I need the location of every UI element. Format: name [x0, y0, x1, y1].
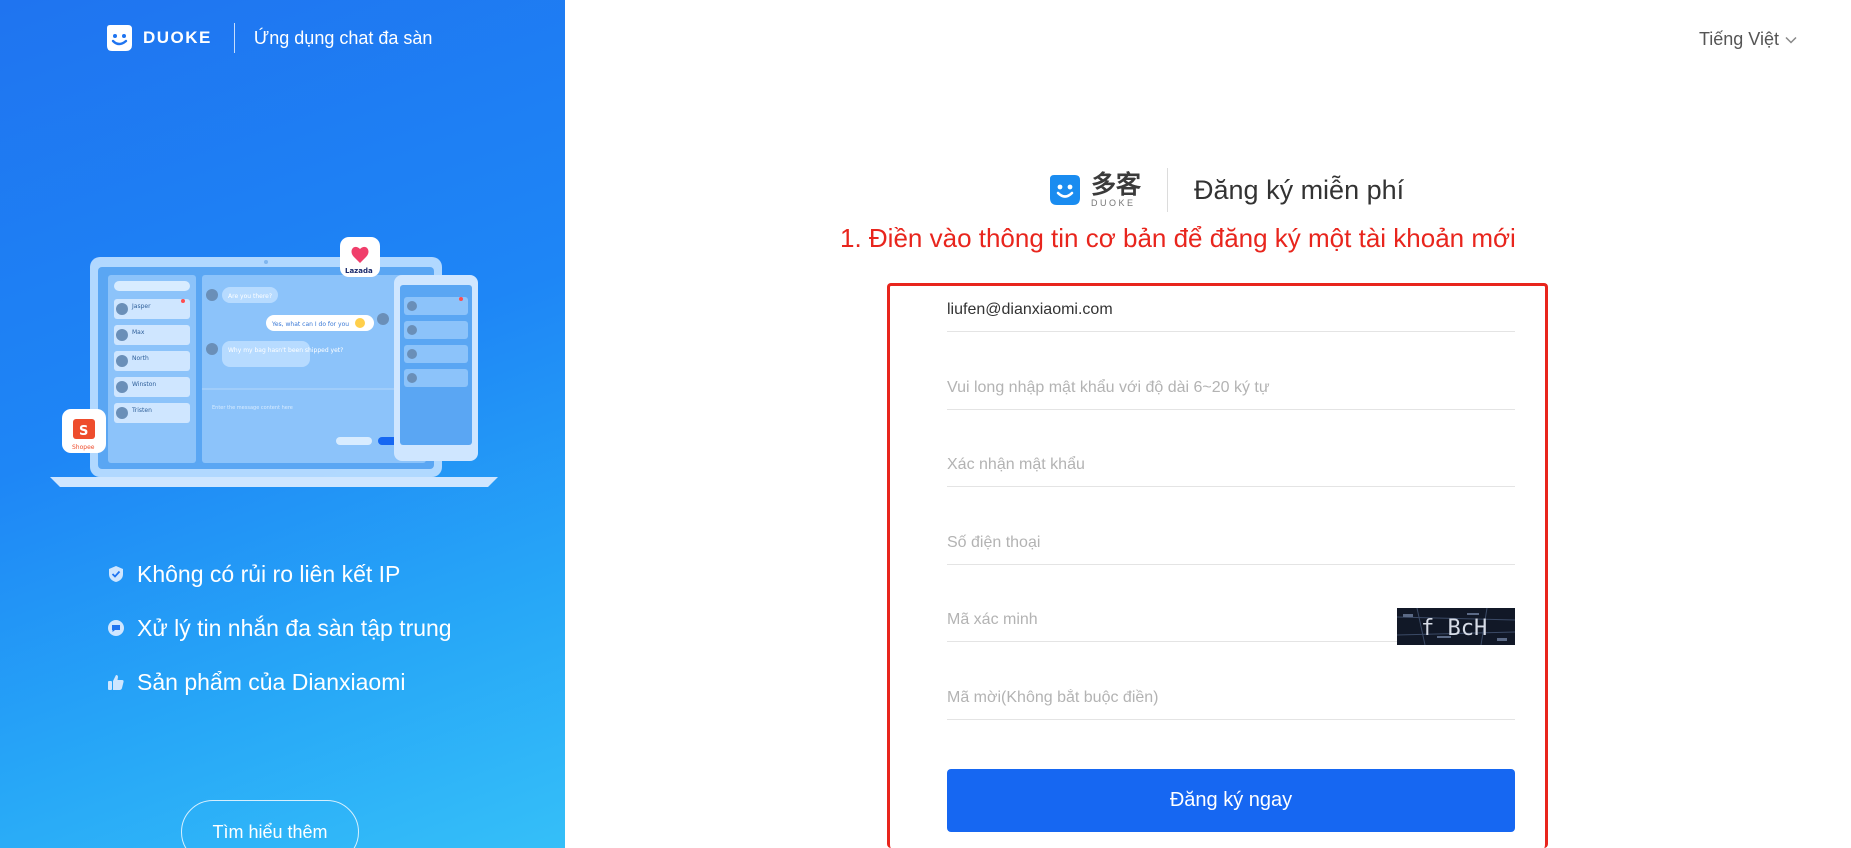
- chevron-down-icon: [1785, 36, 1797, 44]
- email-field-wrap: [947, 292, 1515, 332]
- duoke-logo-icon: [1050, 175, 1080, 205]
- captcha-image[interactable]: f BcH: [1397, 608, 1515, 645]
- feature-list: Không có rủi ro liên kết IP Xử lý tin nh…: [107, 558, 452, 720]
- chat-list-name: Jasper: [131, 303, 151, 310]
- feature-label: Xử lý tin nhắn đa sàn tập trung: [137, 614, 452, 641]
- instruction-annotation: 1. Điền vào thông tin cơ bản để đăng ký …: [840, 223, 1516, 253]
- brand-header: DUOKE Ứng dụng chat đa sàn: [103, 20, 432, 56]
- chat-input-placeholder: Enter the message content here: [212, 405, 293, 411]
- feature-label: Không có rủi ro liên kết IP: [137, 560, 401, 587]
- password-field-wrap: [947, 370, 1515, 410]
- chat-list-name: Tristen: [131, 407, 152, 414]
- learn-more-button[interactable]: Tìm hiểu thêm: [181, 800, 359, 848]
- chat-message: Why my bag hasn't been shipped yet?: [228, 347, 343, 354]
- feature-label: Sản phẩm của Dianxiaomi: [137, 668, 406, 695]
- logo-chinese-text: 多客: [1091, 170, 1142, 199]
- page-title: Đăng ký miễn phí: [1194, 174, 1405, 205]
- svg-text:S: S: [79, 424, 88, 439]
- product-illustration: Jasper Max North Winston Tristen Are you…: [50, 237, 498, 487]
- chat-message: Yes, what can I do for you: [271, 321, 349, 328]
- feature-item: Xử lý tin nhắn đa sàn tập trung: [107, 612, 452, 644]
- brand-tagline: Ứng dụng chat đa sàn: [253, 27, 433, 48]
- header-divider: [1167, 168, 1169, 212]
- form-logo: 多客 DUOKE: [1047, 172, 1141, 208]
- brand-name: DUOKE: [143, 28, 212, 47]
- confirm-password-field-wrap: [947, 447, 1515, 487]
- language-selector[interactable]: Tiếng Việt: [1699, 29, 1797, 50]
- captcha-text: f BcH: [1421, 616, 1487, 641]
- password-field[interactable]: [947, 370, 1515, 406]
- logo-english-text: DUOKE: [1091, 198, 1136, 208]
- language-label: Tiếng Việt: [1698, 29, 1779, 49]
- shopee-label: Shopee: [72, 444, 95, 451]
- phone-field[interactable]: [947, 525, 1515, 561]
- chat-list-name: North: [132, 355, 149, 362]
- invite-code-field[interactable]: [947, 680, 1515, 716]
- promo-panel: DUOKE Ứng dụng chat đa sàn Jasper Max No…: [0, 0, 565, 848]
- phone-field-wrap: [947, 525, 1515, 565]
- chat-bubble-icon: [108, 620, 124, 636]
- captcha-field[interactable]: [947, 602, 1387, 638]
- invite-code-field-wrap: [947, 680, 1515, 720]
- feature-item: Không có rủi ro liên kết IP: [107, 558, 452, 590]
- chat-message: Are you there?: [228, 293, 272, 300]
- feature-item: Sản phẩm của Dianxiaomi: [107, 666, 452, 698]
- shield-icon: [109, 566, 123, 582]
- confirm-password-field[interactable]: [947, 447, 1515, 483]
- form-header: 多客 DUOKE Đăng ký miễn phí: [1047, 168, 1404, 212]
- brand-divider: [233, 23, 235, 53]
- email-field[interactable]: [947, 292, 1515, 328]
- thumbs-up-icon: [108, 675, 124, 690]
- chat-list-name: Max: [132, 329, 145, 336]
- register-button[interactable]: Đăng ký ngay: [947, 769, 1515, 832]
- annotation-highlight-box: [887, 283, 1548, 848]
- duoke-logo-icon: [107, 25, 132, 51]
- lazada-label: Lazada: [345, 267, 373, 275]
- chat-list-name: Winston: [132, 381, 156, 388]
